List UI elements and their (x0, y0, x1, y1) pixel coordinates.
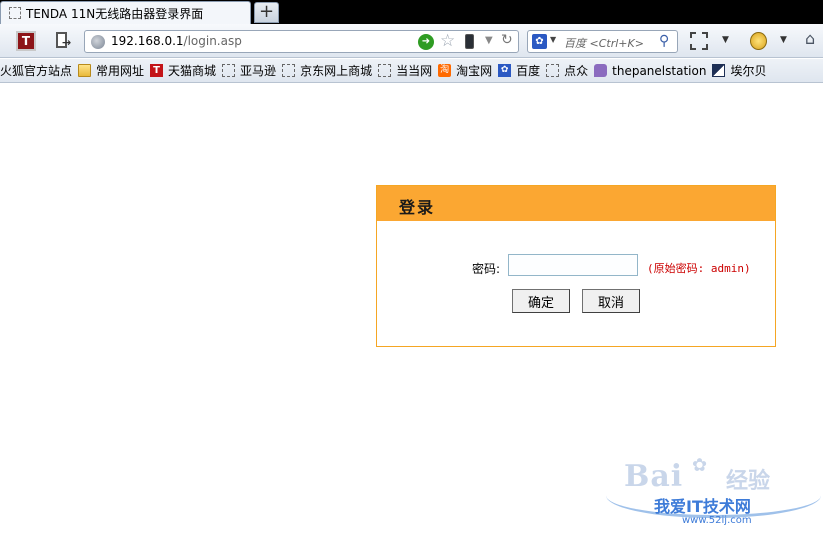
bookmark-thepanelstation[interactable]: thepanelstation (594, 64, 706, 78)
browser-tab[interactable]: TENDA 11N无线路由器登录界面 (0, 1, 251, 24)
addon-face-icon[interactable] (750, 32, 767, 50)
bookmark-label: 当当网 (396, 64, 433, 78)
bookmark-label: 百度 (516, 64, 541, 78)
globe-icon (91, 35, 105, 49)
bookmark-label: 常用网址 (96, 64, 145, 78)
bookmark-label: 亚马逊 (240, 64, 277, 78)
taobao-icon: 淘 (438, 64, 452, 77)
bookmark-label: 淘宝网 (456, 64, 493, 78)
bookmark-tmall[interactable]: T 天猫商城 (150, 62, 216, 79)
search-placeholder[interactable]: 百度 <Ctrl+K> (564, 35, 644, 51)
search-engine-dropdown-icon[interactable]: ▼ (550, 35, 556, 44)
ae-logo-icon (712, 64, 726, 77)
tmall-icon: T (150, 64, 164, 77)
bookmark-dangdang[interactable]: 当当网 (378, 62, 432, 79)
login-title: 登录 (399, 198, 436, 217)
bookmark-common-sites[interactable]: 常用网址 (78, 62, 144, 79)
go-arrow-icon[interactable]: ➜ (418, 34, 434, 50)
bookmark-firefox-official[interactable]: 火狐官方站点 (0, 62, 72, 79)
address-bar[interactable]: 192.168.0.1/login.asp ➜ ☆ ▼ ↻ (84, 30, 519, 53)
bookmark-label: thepanelstation (612, 63, 707, 78)
watermark-logo: Bai (624, 459, 684, 494)
tab-strip: TENDA 11N无线路由器登录界面 + (0, 0, 823, 24)
exit-icon[interactable]: → (54, 31, 74, 51)
navigation-toolbar: T → 192.168.0.1/login.asp ➜ ☆ ▼ ↻ ✿ ▼ 百度… (0, 24, 823, 58)
dashed-page-icon (546, 64, 560, 77)
bookmark-jd[interactable]: 京东网上商城 (282, 62, 372, 79)
baidu-jingyan-watermark: Bai ✿ 经验 我爱IT技术网 www.52ij.com (606, 455, 821, 537)
baidu-paw-icon[interactable]: ✿ (532, 34, 547, 49)
login-header: 登录 (377, 186, 775, 221)
speech-bubble-icon (594, 64, 608, 77)
bookmark-label: 天猫商城 (168, 64, 217, 78)
tmall-toolbar-icon[interactable]: T (16, 31, 36, 51)
watermark-logo-suffix: 经验 (726, 469, 771, 494)
folder-icon (78, 64, 92, 77)
addon-dropdown-icon[interactable]: ▼ (780, 35, 787, 53)
login-panel: 登录 密码: (原始密码: admin) 确定 取消 (376, 185, 776, 347)
bookmark-amazon[interactable]: 亚马逊 (222, 62, 276, 79)
dashed-page-icon (378, 64, 392, 77)
confirm-button[interactable]: 确定 (512, 289, 570, 313)
baidu-paw-icon: ✿ (692, 455, 708, 476)
history-dropdown-icon[interactable]: ▼ (485, 35, 493, 46)
home-icon[interactable]: ⌂ (805, 29, 815, 48)
bookmarks-toolbar: 火狐官方站点 常用网址 T 天猫商城 亚马逊 京东网上商城 当当网 淘 淘宝网 … (0, 59, 823, 83)
search-icon[interactable]: ⚲ (659, 33, 669, 49)
screenshot-icon[interactable] (690, 32, 708, 50)
password-field[interactable] (508, 254, 638, 276)
bookmark-label: 京东网上商城 (300, 64, 373, 78)
cancel-button[interactable]: 取消 (582, 289, 640, 313)
default-password-hint: (原始密码: admin) (647, 262, 751, 275)
bookmark-baidu[interactable]: ✿ 百度 (498, 62, 540, 79)
page-favicon-icon (9, 7, 21, 19)
bookmark-dianzhong[interactable]: 点众 (546, 62, 588, 79)
reload-icon[interactable]: ↻ (501, 32, 513, 48)
baidu-paw-icon: ✿ (498, 64, 512, 77)
watermark-url: www.52ij.com (682, 515, 752, 526)
bookmark-label: 埃尔贝 (730, 64, 767, 78)
search-bar[interactable]: ✿ ▼ 百度 <Ctrl+K> ⚲ (527, 30, 678, 53)
bookmark-aierbei[interactable]: 埃尔贝 (712, 62, 766, 79)
screenshot-dropdown-icon[interactable]: ▼ (722, 35, 729, 53)
url-text[interactable]: 192.168.0.1/login.asp (111, 34, 242, 48)
bookmark-star-icon[interactable]: ☆ (440, 31, 455, 51)
bookmark-label: 点众 (564, 64, 589, 78)
password-label: 密码: (472, 262, 501, 276)
bookmark-taobao[interactable]: 淘 淘宝网 (438, 62, 492, 79)
new-tab-button[interactable]: + (254, 2, 279, 23)
bookmark-label: 火狐官方站点 (0, 64, 73, 78)
watermark-tagline: 我爱IT技术网 (654, 497, 751, 516)
dashed-page-icon (282, 64, 296, 77)
mobile-icon[interactable] (465, 34, 474, 49)
tab-title: TENDA 11N无线路由器登录界面 (26, 6, 204, 21)
dashed-page-icon (222, 64, 236, 77)
